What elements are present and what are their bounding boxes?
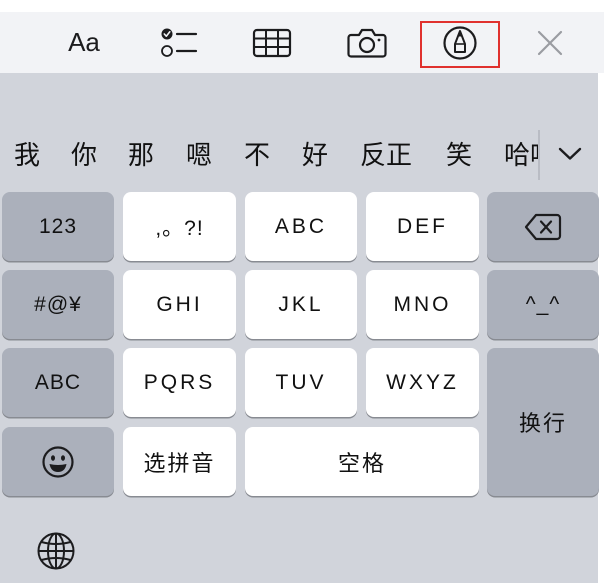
candidate-word[interactable]: 那: [128, 138, 154, 174]
ghi-key[interactable]: GHI: [123, 270, 236, 339]
jkl-key[interactable]: JKL: [245, 270, 357, 339]
close-icon: [537, 30, 563, 55]
candidate-word[interactable]: 反正: [360, 138, 412, 174]
emoji-icon: [42, 445, 74, 478]
candidate-word[interactable]: 你: [71, 138, 97, 174]
space-key[interactable]: 空格: [245, 427, 479, 496]
candidate-word[interactable]: 嗯: [186, 138, 212, 174]
table-button[interactable]: [232, 12, 312, 73]
markup-button[interactable]: [420, 12, 500, 73]
wxyz-key-label: WXYZ: [386, 370, 459, 394]
abc-mode-key-label: ABC: [34, 370, 82, 394]
emoji-key[interactable]: [2, 427, 114, 496]
camera-button[interactable]: [327, 12, 407, 73]
abc-mode-key[interactable]: ABC: [2, 348, 114, 417]
checklist-icon: [161, 28, 198, 57]
tuv-key-label: TUV: [275, 370, 327, 394]
punctuation-key-label: ,。?!: [155, 216, 204, 240]
checklist-button[interactable]: [140, 12, 220, 73]
chevron-down-icon: [558, 147, 582, 160]
expand-candidates-button[interactable]: [552, 134, 588, 174]
pqrs-key[interactable]: PQRS: [123, 348, 236, 417]
symbols-key-label: #@¥: [34, 292, 82, 316]
keyboard: 我 你 那 嗯 不 好 反正 笑 哈哈 123 ,。?! ABC DEF: [0, 73, 604, 583]
candidate-word[interactable]: 我: [14, 138, 40, 174]
camera-icon: [347, 28, 387, 58]
number-mode-key[interactable]: 123: [2, 192, 114, 261]
abc-key[interactable]: ABC: [245, 192, 357, 261]
emoticon-key[interactable]: ^_^: [487, 270, 599, 339]
return-key[interactable]: 换行: [487, 348, 599, 496]
globe-icon: [37, 532, 75, 570]
select-pinyin-key[interactable]: 选拼音: [123, 427, 236, 496]
number-mode-key-label: 123: [38, 214, 78, 238]
mno-key[interactable]: MNO: [366, 270, 479, 339]
candidate-bar: 我 你 那 嗯 不 好 反正 笑 哈哈: [0, 128, 604, 184]
pqrs-key-label: PQRS: [143, 370, 216, 394]
emoticon-key-label: ^_^: [525, 292, 561, 316]
punctuation-key[interactable]: ,。?!: [123, 192, 236, 261]
ghi-key-label: GHI: [156, 292, 203, 316]
delete-key[interactable]: [487, 192, 599, 261]
select-pinyin-key-label: 选拼音: [143, 451, 216, 477]
candidate-word[interactable]: 好: [302, 138, 328, 174]
markup-highlight-box: [420, 21, 500, 68]
abc-key-label: ABC: [274, 214, 328, 238]
candidate-separator: [538, 130, 540, 180]
tuv-key[interactable]: TUV: [245, 348, 357, 417]
symbols-key[interactable]: #@¥: [2, 270, 114, 339]
switch-keyboard-button[interactable]: [34, 529, 78, 573]
def-key-label: DEF: [397, 214, 448, 238]
table-icon: [252, 28, 292, 57]
wxyz-key[interactable]: WXYZ: [366, 348, 479, 417]
candidate-word[interactable]: 笑: [446, 138, 472, 174]
jkl-key-label: JKL: [278, 292, 324, 316]
candidate-word-partial: 哈哈: [504, 141, 538, 171]
format-text-label: Aa: [68, 27, 100, 57]
backspace-icon: [524, 213, 562, 240]
mno-key-label: MNO: [393, 292, 452, 316]
def-key[interactable]: DEF: [366, 192, 479, 261]
close-button[interactable]: [510, 12, 590, 73]
space-key-label: 空格: [337, 451, 386, 477]
candidate-word-partial-wrapper[interactable]: 哈哈: [498, 128, 538, 184]
format-text-button[interactable]: Aa: [44, 12, 124, 73]
notes-toolbar: Aa: [0, 12, 604, 73]
candidate-word[interactable]: 不: [244, 138, 270, 174]
return-key-label: 换行: [518, 412, 567, 437]
